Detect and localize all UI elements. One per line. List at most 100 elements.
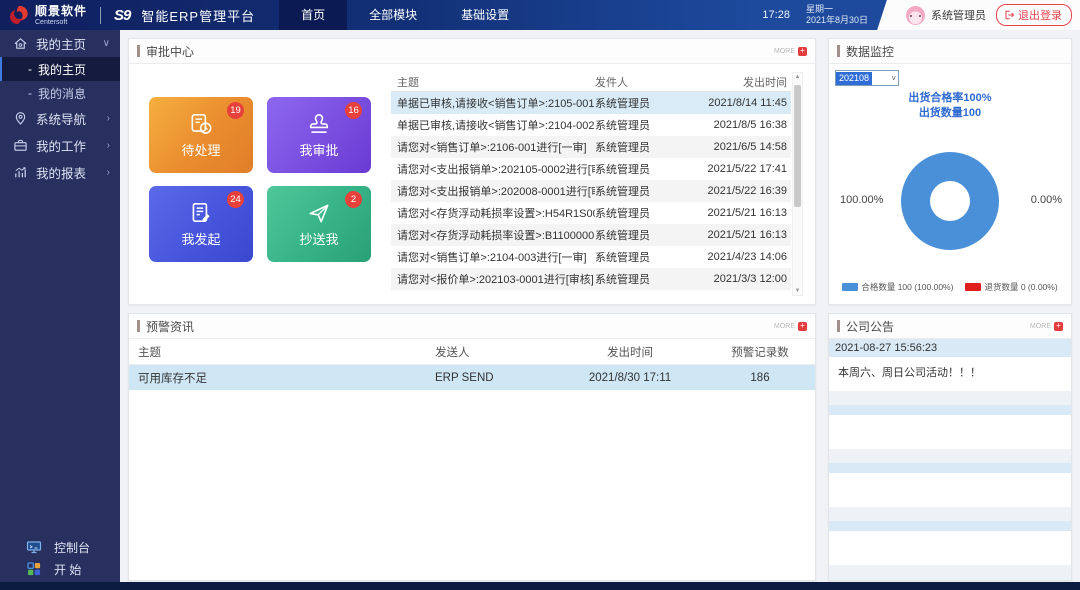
pending-count-badge: 19 [227, 102, 244, 119]
row-sender: ERP SEND [435, 372, 555, 384]
notice-more-button[interactable]: MORE + [1030, 322, 1063, 331]
paper-plane-icon [306, 200, 332, 226]
approval-center-panel: 审批中心 MORE + 19 待处理 [128, 38, 816, 305]
sidebar-subitem-my-home[interactable]: - 我的主页 [0, 57, 120, 81]
more-icon: + [798, 322, 807, 331]
table-row[interactable]: 请您对<存货浮动耗损率设置>:B11000001进行[审核] 系统管理员 202… [391, 224, 791, 246]
alerts-table: 主题 发送人 发出时间 预警记录数 可用库存不足 ERP SEND 2021/8… [129, 339, 815, 390]
row-time: 2021/4/23 14:06 [687, 251, 791, 263]
product-logo: S9 [114, 7, 130, 24]
tile-initiated-by-me[interactable]: 24 我发起 [149, 186, 253, 262]
avatar[interactable] [906, 6, 925, 25]
bar-chart-icon [12, 165, 28, 181]
more-label: MORE [774, 323, 795, 330]
message-list-scrollbar[interactable]: ▲ ▼ [792, 72, 803, 296]
table-row[interactable]: 单据已审核,请接收<销售订单>:2105-001 系统管理员 2021/8/14… [391, 92, 791, 114]
chart-legend: 合格数量 100 (100.00%) 退货数量 0 (0.00%) [829, 281, 1071, 293]
sidebar-subitem-label: 我的消息 [38, 85, 86, 102]
pie-label-return: 0.00% [1031, 194, 1062, 206]
notice-item-empty [829, 531, 1071, 565]
row-time: 2021/8/14 11:45 [687, 97, 791, 109]
erp-dashboard: 顺景软件 Centersoft S9 智能ERP管理平台 首页 全部模块 基础设… [0, 0, 1080, 590]
alerts-panel-title: 预警资讯 [146, 318, 194, 335]
table-row[interactable]: 单据已审核,请接收<销售订单>:2104-002 系统管理员 2021/8/5 … [391, 114, 791, 136]
sidebar-item-my-work[interactable]: 我的工作 › [0, 132, 120, 159]
tab-home[interactable]: 首页 [279, 0, 347, 30]
row-time: 2021/5/22 16:39 [687, 185, 791, 197]
scrollbar-thumb[interactable] [794, 85, 801, 207]
tab-all-modules[interactable]: 全部模块 [347, 0, 439, 30]
sidebar-item-my-reports[interactable]: 我的报表 › [0, 159, 120, 186]
data-monitor-panel: 数据监控 202108 ˅ 出货合格率100% 出货数量100 100.00% … [828, 38, 1072, 305]
date-display: 星期一 2021年8月30日 [806, 4, 868, 26]
row-subject: 请您对<报价单>:202103-0001进行[审核] [391, 271, 595, 287]
briefcase-icon [12, 138, 28, 154]
row-time: 2021/5/21 16:13 [687, 207, 791, 219]
chevron-down-icon: ∨ [103, 38, 110, 49]
start-label: 开 始 [54, 561, 81, 578]
table-row[interactable]: 请您对<销售订单>:2106-001进行[一审] 系统管理员 2021/6/5 … [391, 136, 791, 158]
logout-button[interactable]: 退出登录 [996, 4, 1072, 26]
row-sender: 系统管理员 [595, 205, 687, 221]
initiated-count-badge: 24 [227, 191, 244, 208]
tab-basic-settings[interactable]: 基础设置 [439, 0, 531, 30]
notice-date: 2021-08-27 15:56:23 [829, 339, 1071, 357]
table-row[interactable]: 请您对<报价单>:202103-0001进行[审核] 系统管理员 2021/3/… [391, 268, 791, 290]
legend-return: 退货数量 0 (0.00%) [965, 281, 1057, 293]
sidebar-item-label: 我的主页 [36, 34, 86, 53]
legend-swatch-blue [842, 283, 858, 291]
sidebar-footer: 控制台 开 始 [0, 536, 120, 580]
row-subject: 单据已审核,请接收<销售订单>:2104-002 [391, 117, 595, 133]
col-time: 发出时间 [555, 344, 705, 360]
row-sender: 系统管理员 [595, 271, 687, 287]
notice-date-empty [829, 521, 1071, 531]
start-button[interactable]: 开 始 [0, 558, 120, 580]
brand-name: 顺景软件 [35, 5, 87, 17]
table-row[interactable]: 请您对<支出报销单>:202008-0001进行[审核] 系统管理员 2021/… [391, 180, 791, 202]
tile-pending[interactable]: 19 待处理 [149, 97, 253, 173]
tile-cc-to-me[interactable]: 2 抄送我 [267, 186, 371, 262]
notice-item-empty [829, 415, 1071, 449]
col-time: 发出时间 [687, 74, 791, 90]
table-row[interactable]: 请您对<销售订单>:2104-003进行[一审] 系统管理员 2021/4/23… [391, 246, 791, 268]
stat-ship-qty: 出货数量100 [829, 106, 1071, 121]
sidebar-item-system-nav[interactable]: 系统导航 › [0, 105, 120, 132]
sidebar-item-my-home[interactable]: 我的主页 ∨ [0, 30, 120, 57]
sidebar-subitem-label: 我的主页 [38, 61, 86, 78]
chevron-right-icon: › [107, 167, 110, 178]
notice-date-empty [829, 405, 1071, 415]
chevron-right-icon: › [107, 140, 110, 151]
tile-label: 待处理 [181, 140, 220, 159]
period-select[interactable]: 202108 ˅ [835, 70, 899, 86]
scroll-down-icon[interactable]: ▼ [793, 288, 802, 294]
scroll-up-icon[interactable]: ▲ [793, 74, 802, 80]
company-logo-icon [8, 4, 30, 26]
table-row[interactable]: 请您对<存货浮动耗损率设置>:H54R1S006002进行[审核] 系统管理员 … [391, 202, 791, 224]
tile-my-approvals[interactable]: 16 我审批 [267, 97, 371, 173]
row-subject: 请您对<支出报销单>:202105-0002进行[审核] [391, 161, 595, 177]
table-row[interactable]: 请您对<支出报销单>:202105-0002进行[审核] 系统管理员 2021/… [391, 158, 791, 180]
notice-item[interactable]: 本周六、周日公司活动！！！ [829, 357, 1071, 391]
company-notice-panel: 公司公告 MORE + 2021-08-27 15:56:23 本周六、周日公司… [828, 313, 1072, 581]
stat-pass-rate: 出货合格率100% [829, 91, 1071, 106]
console-button[interactable]: 控制台 [0, 536, 120, 558]
top-bar: 顺景软件 Centersoft S9 智能ERP管理平台 首页 全部模块 基础设… [0, 0, 1080, 30]
console-icon [26, 539, 42, 555]
sidebar-item-label: 系统导航 [36, 109, 86, 128]
approval-more-button[interactable]: MORE + [774, 47, 807, 56]
sidebar-subitem-my-messages[interactable]: - 我的消息 [0, 81, 120, 105]
header-accent-bar [137, 320, 140, 332]
clock: 17:28 [762, 9, 790, 21]
document-edit-icon [188, 200, 214, 226]
approval-message-table: 主题 发件人 发出时间 单据已审核,请接收<销售订单>:2105-001 系统管… [391, 72, 791, 298]
approval-tiles: 19 待处理 16 我审批 [149, 97, 371, 262]
table-row[interactable]: 可用库存不足 ERP SEND 2021/8/30 17:11 186 [129, 365, 815, 390]
row-sender: 系统管理员 [595, 139, 687, 155]
alerts-more-button[interactable]: MORE + [774, 322, 807, 331]
more-label: MORE [774, 48, 795, 55]
approval-table-header: 主题 发件人 发出时间 [391, 72, 791, 92]
stamp-icon [306, 111, 332, 137]
chevron-right-icon: › [107, 113, 110, 124]
sidebar-item-label: 我的工作 [36, 136, 86, 155]
row-time: 2021/5/21 16:13 [687, 229, 791, 241]
